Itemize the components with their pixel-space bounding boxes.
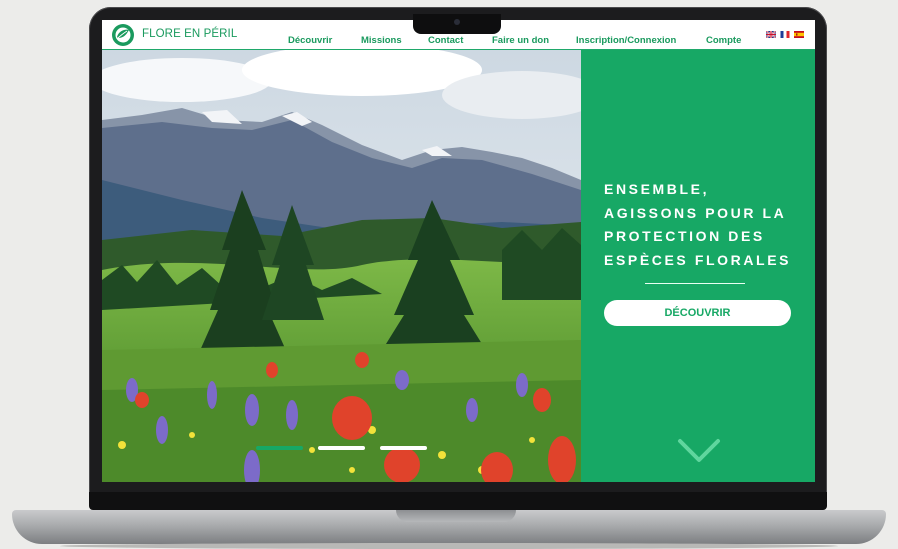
decouvrir-button[interactable]: DÉCOUVRIR	[604, 300, 791, 326]
brand-name[interactable]: FLORE EN PÉRIL	[142, 28, 237, 40]
headline-line: ESPÈCES FLORALES	[604, 251, 792, 268]
carousel-dot-active[interactable]	[256, 446, 303, 450]
carousel-dot[interactable]	[318, 446, 365, 450]
hero-headline: ENSEMBLE, AGISSONS POUR LA PROTECTION DE…	[604, 178, 809, 272]
browser-screen: FLORE EN PÉRIL Découvrir Missions Contac…	[102, 20, 815, 482]
carousel-dot[interactable]	[380, 446, 427, 450]
uk-flag-icon[interactable]	[766, 31, 776, 38]
chevron-down-icon[interactable]	[677, 438, 721, 464]
camera-icon	[454, 19, 460, 25]
leaf-logo-icon[interactable]	[111, 23, 135, 47]
nav-decouvrir[interactable]: Découvrir	[288, 35, 332, 46]
laptop-bezel-bottom	[89, 492, 827, 510]
nav-missions[interactable]: Missions	[361, 35, 402, 46]
headline-divider	[645, 283, 745, 284]
camera-notch	[413, 14, 501, 34]
nav-compte[interactable]: Compte	[706, 35, 741, 46]
headline-line: AGISSONS POUR LA	[604, 204, 787, 221]
es-flag-icon[interactable]	[794, 31, 804, 38]
nav-faire-un-don[interactable]: Faire un don	[492, 35, 549, 46]
hero-panel: ENSEMBLE, AGISSONS POUR LA PROTECTION DE…	[581, 50, 815, 482]
headline-line: ENSEMBLE,	[604, 181, 710, 197]
laptop-shadow	[60, 543, 838, 549]
laptop-base	[12, 510, 886, 544]
nav-inscription-connexion[interactable]: Inscription/Connexion	[576, 35, 676, 46]
headline-line: PROTECTION DES	[604, 228, 765, 244]
nav-contact[interactable]: Contact	[428, 35, 463, 46]
trackpad-notch	[396, 510, 516, 522]
fr-flag-icon[interactable]	[780, 31, 790, 38]
mountain-meadow-photo	[102, 50, 581, 482]
